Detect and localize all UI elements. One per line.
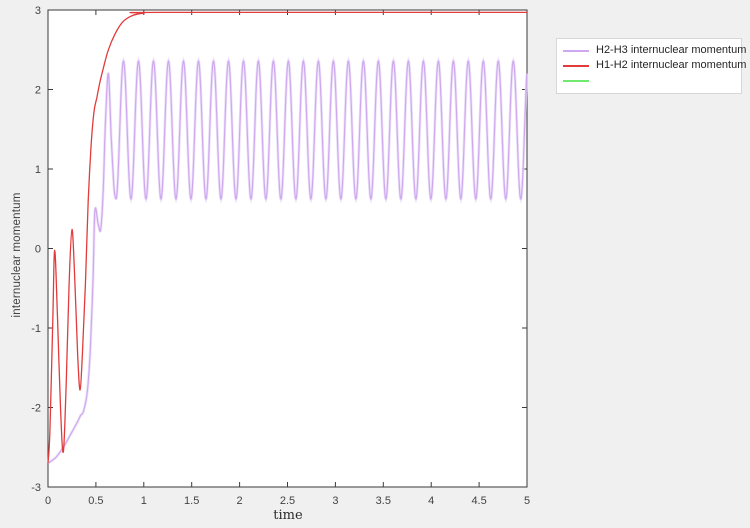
legend: H2-H3 internuclear momentum H1-H2 internu… [556, 38, 746, 94]
legend-line-swatch-icon [563, 64, 589, 67]
legend-line-swatch-icon [563, 49, 589, 52]
x-tick-label: 4.5 [471, 495, 486, 507]
x-tick-label: 3.5 [376, 495, 391, 507]
x-tick-label: 5 [524, 495, 530, 507]
y-tick-label: 2 [35, 85, 41, 97]
y-tick-label: 3 [35, 5, 41, 17]
legend-item[interactable]: H2-H3 internuclear momentum [557, 43, 746, 58]
x-tick-label: 1.5 [184, 495, 199, 507]
legend-item[interactable]: H1-H2 internuclear momentum [557, 58, 746, 73]
x-tick-label: 4 [428, 495, 434, 507]
x-tick-label: 2.5 [280, 495, 295, 507]
x-tick-label: 0.5 [88, 495, 103, 507]
x-tick-label: 2 [237, 495, 243, 507]
y-tick-label: -1 [31, 323, 41, 335]
legend-line-swatch-icon [563, 79, 589, 82]
x-tick-label: 0 [45, 495, 51, 507]
x-tick-label: 3 [332, 495, 338, 507]
y-tick-label: -3 [31, 482, 41, 494]
y-tick-label: -2 [31, 403, 41, 415]
y-axis-label: internuclear momentum [11, 192, 23, 318]
legend-item-label: H1-H2 internuclear momentum [596, 59, 747, 71]
x-axis-label: time [273, 508, 303, 523]
y-tick-label: 1 [35, 164, 41, 176]
x-tick-label: 1 [141, 495, 147, 507]
y-tick-label: 0 [35, 244, 41, 256]
figure-window: 0 0.5 1 1.5 2 2.5 3 3.5 4 4.5 5 -3 -2 -1 0 1 2 3 internuc… [0, 0, 750, 528]
legend-item[interactable] [557, 73, 741, 88]
legend-item-label: H2-H3 internuclear momentum [596, 44, 747, 56]
